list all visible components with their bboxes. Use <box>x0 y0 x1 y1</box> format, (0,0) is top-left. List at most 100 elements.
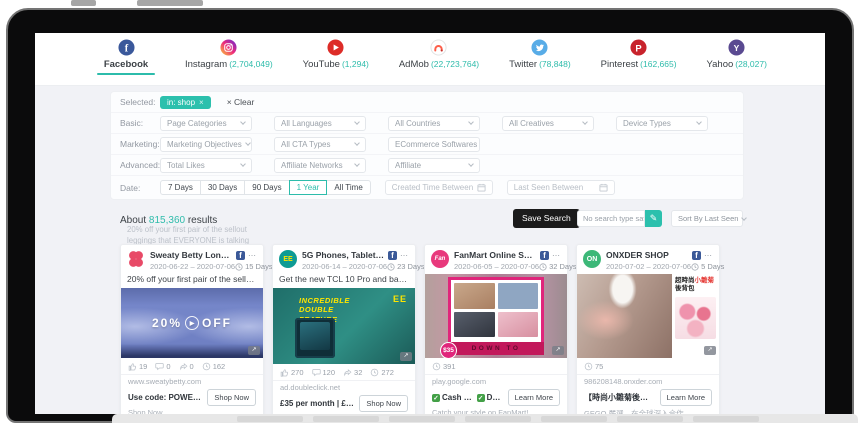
filter-row-basic: Basic: Page Categories All Languages All… <box>111 113 743 134</box>
dropdown-ecommerce-softwares[interactable]: ECommerce Softwares <box>388 137 480 152</box>
check-icon: ✓ <box>432 394 440 402</box>
filter-row-selected: Selected: in: shop× × Clear <box>111 92 743 113</box>
dropdown-all-countries[interactable]: All Countries <box>388 116 480 131</box>
clock-icon <box>235 263 243 271</box>
ad-date-range: 2020-06-14 – 2020-07-06 <box>302 262 387 271</box>
tab-youtube[interactable]: YouTube(1,294) <box>303 39 369 75</box>
ad-stats: 75 <box>577 358 719 375</box>
chip-remove-icon[interactable]: × <box>199 98 204 107</box>
ad-creative-video[interactable]: 20%▶OFF ↗ <box>121 288 263 358</box>
tab-label: Pinterest <box>601 59 639 70</box>
ad-link[interactable]: 986208148.onxder.com <box>577 375 719 387</box>
date-option-all-time[interactable]: All Time <box>326 180 370 195</box>
dropdown-marketing-objectives[interactable]: Marketing Objectives <box>160 137 252 152</box>
selected-filter-chip[interactable]: in: shop× <box>160 96 211 109</box>
open-link-icon[interactable]: ↗ <box>704 346 716 355</box>
advertiser-name[interactable]: ONXDER SHOP <box>606 250 689 260</box>
clock-icon <box>202 362 211 371</box>
dropdown-total-likes[interactable]: Total Likes <box>160 158 252 173</box>
like-icon <box>128 362 137 371</box>
laptop-base <box>112 414 858 423</box>
chevron-down-icon <box>354 161 360 167</box>
creative-overlay-text-red: 小雛菊 <box>695 277 715 284</box>
ad-card[interactable]: EE 5G Phones, Tablets & SIMs | ... f ⋯ 2… <box>272 244 416 414</box>
ad-creative-image[interactable]: INCREDIBLE DOUBLE FEATURE EE ↗ <box>273 288 415 364</box>
dropdown-page-categories[interactable]: Page Categories <box>160 116 252 131</box>
calendar-icon <box>599 183 608 192</box>
tab-facebook[interactable]: f Facebook <box>97 39 155 75</box>
advertiser-logo <box>127 250 145 268</box>
dropdown-all-languages[interactable]: All Languages <box>274 116 366 131</box>
card-header: EE 5G Phones, Tablets & SIMs | ... f ⋯ 2… <box>273 245 415 274</box>
ad-card[interactable]: ON ONXDER SHOP f ⋯ 2020-07-02 – 2020-07-… <box>576 244 720 414</box>
tab-instagram[interactable]: Instagram(2,704,049) <box>185 39 273 75</box>
date-label: Date: <box>120 183 160 193</box>
last-seen-input[interactable]: Last Seen Between <box>507 180 615 195</box>
date-option-7-days[interactable]: 7 Days <box>160 180 201 195</box>
creative-overlay-text: OFF <box>202 316 232 330</box>
advertiser-name[interactable]: FanMart Online Shopping - F... <box>454 250 537 260</box>
cta-button[interactable]: Learn More <box>508 389 560 406</box>
open-link-icon[interactable]: ↗ <box>248 346 260 355</box>
chevron-down-icon <box>354 119 360 125</box>
ad-link[interactable]: www.sweatybetty.com <box>121 375 263 387</box>
tab-label: AdMob <box>399 59 429 70</box>
youtube-icon <box>327 39 344 56</box>
advertiser-name[interactable]: 5G Phones, Tablets & SIMs | ... <box>302 250 385 260</box>
ad-creative-image[interactable]: DOWN TO $35 ↗ <box>425 274 567 358</box>
dropdown-device-types[interactable]: Device Types <box>616 116 708 131</box>
ad-creative-image[interactable]: 超時尚小雛菊後背包 ↗ <box>577 274 719 358</box>
ad-stats: 19 0 0 162 <box>121 358 263 375</box>
date-option-30-days[interactable]: 30 Days <box>200 180 245 195</box>
ad-duration: 32 Days <box>549 262 577 271</box>
ad-link[interactable]: play.google.com <box>425 375 567 387</box>
open-link-icon[interactable]: ↗ <box>552 346 564 355</box>
advertiser-name[interactable]: Sweaty Betty London | Wom... <box>150 250 233 260</box>
sort-dropdown[interactable]: Sort By Last Seen <box>671 210 743 227</box>
filter-row-advanced: Advanced: Total Likes Affiliate Networks… <box>111 155 743 176</box>
product-thumbnails <box>675 297 716 339</box>
ad-card[interactable]: Fan FanMart Online Shopping - F... f ⋯ 2… <box>424 244 568 414</box>
date-option-90-days[interactable]: 90 Days <box>244 180 289 195</box>
dropdown-all-creatives[interactable]: All Creatives <box>502 116 594 131</box>
saved-search-dropdown[interactable]: No search type saved ... <box>577 210 645 227</box>
open-link-icon[interactable]: ↗ <box>400 352 412 361</box>
dropdown-affiliate[interactable]: Affiliate <box>388 158 480 173</box>
play-icon[interactable]: ▶ <box>185 316 199 330</box>
clear-filters-link[interactable]: × Clear <box>227 97 255 107</box>
created-time-input[interactable]: Created Time Between <box>385 180 493 195</box>
tab-yahoo[interactable]: Y Yahoo(28,027) <box>707 39 767 75</box>
chevron-down-icon <box>582 119 588 125</box>
ad-headline: Days fr... <box>487 393 504 402</box>
network-tabbar: f Facebook Instagram(2,704,049) YouTube(… <box>35 33 825 86</box>
svg-text:Y: Y <box>734 43 740 53</box>
date-option-1-year[interactable]: 1 Year <box>289 180 328 195</box>
tab-twitter[interactable]: Twitter(78,848) <box>509 39 571 75</box>
more-options-icon[interactable]: ⋯ <box>704 251 713 260</box>
clock-icon <box>539 263 547 271</box>
more-options-icon[interactable]: ⋯ <box>248 251 257 260</box>
cta-button[interactable]: Shop Now <box>207 389 256 406</box>
dropdown-cta-types[interactable]: All CTA Types <box>274 137 366 152</box>
svg-text:f: f <box>124 43 128 54</box>
save-search-button[interactable]: Save Search <box>513 209 580 228</box>
cta-button[interactable]: Shop Now <box>359 395 408 412</box>
more-options-icon[interactable]: ⋯ <box>400 251 409 260</box>
tab-pinterest[interactable]: P Pinterest(162,665) <box>601 39 677 75</box>
clock-icon <box>691 263 699 271</box>
active-tab-underline <box>97 73 155 75</box>
tab-count: (162,665) <box>640 59 676 69</box>
more-options-icon[interactable]: ⋯ <box>552 251 561 260</box>
dropdown-affiliate-networks[interactable]: Affiliate Networks <box>274 158 366 173</box>
like-icon <box>280 368 289 377</box>
edit-saved-search-button[interactable]: ✎ <box>645 210 662 227</box>
device-mockup: f Facebook Instagram(2,704,049) YouTube(… <box>0 0 860 423</box>
cta-button[interactable]: Learn More <box>660 389 712 406</box>
ad-duration: 23 Days <box>397 262 425 271</box>
ad-stats: 391 <box>425 358 567 375</box>
ad-link[interactable]: ad.doubleclick.net <box>273 381 415 393</box>
ad-card[interactable]: Sweaty Betty London | Wom... f ⋯ 2020-06… <box>120 244 264 414</box>
selected-label: Selected: <box>120 97 160 107</box>
facebook-badge-icon: f <box>236 251 245 260</box>
tab-admob[interactable]: AdMob(22,723,764) <box>399 39 479 75</box>
